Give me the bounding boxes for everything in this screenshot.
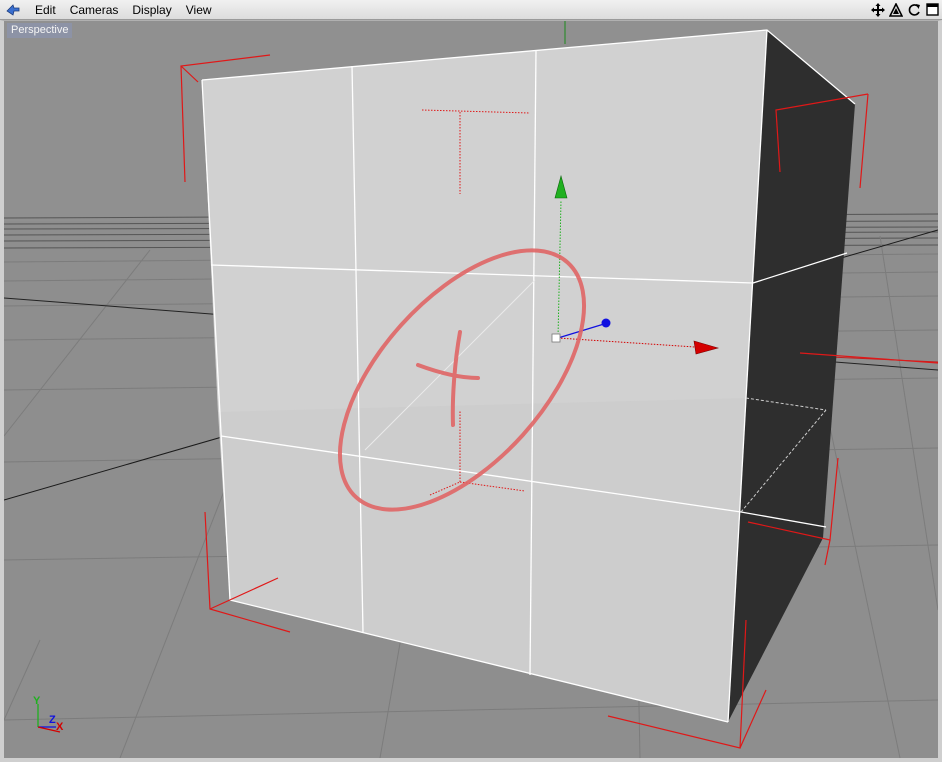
maximize-view-icon[interactable] [924, 1, 940, 18]
menu-view[interactable]: View [179, 0, 219, 20]
gizmo-center-handle [551, 333, 561, 343]
corner-axis-z-label: Z [49, 714, 56, 726]
move-view-icon[interactable] [870, 1, 886, 18]
viewport-menubar: Edit Cameras Display View [0, 0, 942, 20]
viewport-camera-label[interactable]: Perspective [7, 23, 73, 38]
viewport-app-icon[interactable] [4, 1, 22, 19]
viewport-scene[interactable] [4, 21, 938, 758]
cinema4d-viewport-window: Edit Cameras Display View Perspective Y … [0, 0, 942, 762]
menu-cameras[interactable]: Cameras [63, 0, 126, 20]
corner-axis-x-label: X [56, 721, 64, 733]
perspective-viewport[interactable] [4, 21, 938, 758]
refresh-view-icon[interactable] [906, 1, 922, 18]
viewport-navigation-icons [870, 1, 940, 18]
rotate-view-icon[interactable] [888, 1, 904, 18]
corner-axis-y-label: Y [33, 695, 41, 707]
z-axis-handle [601, 318, 611, 328]
menu-edit[interactable]: Edit [28, 0, 63, 20]
menu-display[interactable]: Display [125, 0, 178, 20]
